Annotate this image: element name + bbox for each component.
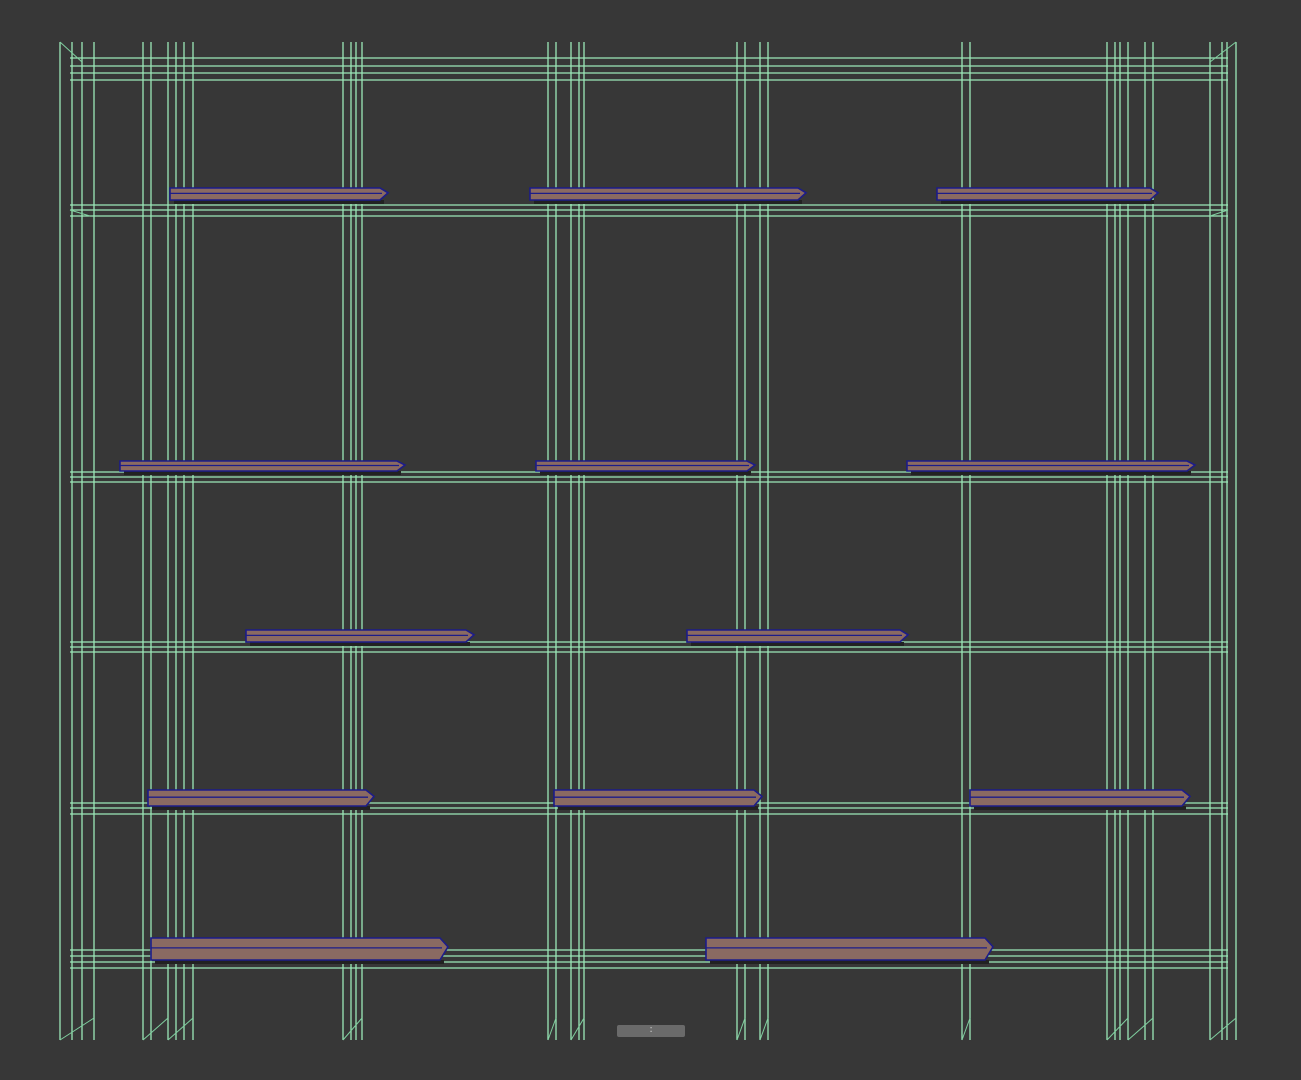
frame-brace (167, 1017, 194, 1041)
frame-brace (736, 1017, 746, 1041)
frame-brace (142, 1017, 169, 1041)
frame-brace (1127, 1017, 1154, 1041)
wood-shelf-board (147, 789, 376, 807)
frame-brace (59, 41, 83, 63)
shelving-wireframe[interactable] (0, 0, 1301, 1080)
wood-shelf-board (150, 937, 449, 961)
frame-brace (759, 1017, 769, 1041)
wood-shelf-board (969, 789, 1192, 807)
wood-shelf-board (705, 937, 994, 961)
frame-brace (1209, 41, 1237, 63)
frame-brace (961, 1017, 971, 1041)
frame-brace (1106, 1017, 1129, 1041)
frame-brace (69, 209, 91, 217)
frame-brace (570, 1017, 585, 1041)
frame-brace (1209, 1017, 1237, 1041)
3d-viewport[interactable]: : (0, 0, 1301, 1080)
frame-brace (342, 1017, 363, 1041)
nav-gizmo-label: : (649, 1024, 653, 1035)
frame-brace (1209, 209, 1229, 217)
frame-brace (547, 1017, 557, 1041)
wood-shelf-board (553, 789, 764, 807)
viewport-nav-gizmo[interactable]: : (617, 1024, 685, 1037)
frame-brace (59, 1017, 95, 1041)
